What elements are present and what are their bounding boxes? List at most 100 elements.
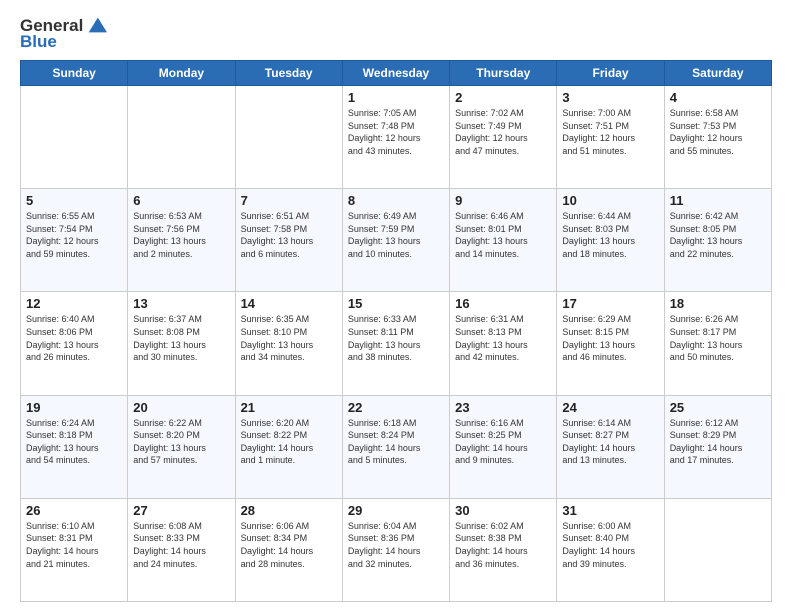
day-number: 19: [26, 400, 122, 415]
calendar-cell: 25 Sunrise: 6:12 AM Sunset: 8:29 PM Dayli…: [664, 395, 771, 498]
day-of-week-header: Tuesday: [235, 61, 342, 86]
calendar-cell: 17 Sunrise: 6:29 AM Sunset: 8:15 PM Dayli…: [557, 292, 664, 395]
calendar-cell: 5 Sunrise: 6:55 AM Sunset: 7:54 PM Daylig…: [21, 189, 128, 292]
calendar-cell: 20Sunrise: 6:22 AM Sunset: 8:20 PM Dayli…: [128, 395, 235, 498]
calendar-cell: 24 Sunrise: 6:14 AM Sunset: 8:27 PM Dayli…: [557, 395, 664, 498]
day-number: 13: [133, 296, 229, 311]
day-info: Sunrise: 6:46 AM Sunset: 8:01 PM Dayligh…: [455, 210, 551, 260]
day-number: 31: [562, 503, 658, 518]
calendar-cell: 19Sunrise: 6:24 AM Sunset: 8:18 PM Dayli…: [21, 395, 128, 498]
day-number: 22: [348, 400, 444, 415]
day-info: Sunrise: 6:20 AM Sunset: 8:22 PM Dayligh…: [241, 417, 337, 467]
day-info: Sunrise: 6:12 AM Sunset: 8:29 PM Dayligh…: [670, 417, 766, 467]
day-info: Sunrise: 6:29 AM Sunset: 8:15 PM Dayligh…: [562, 313, 658, 363]
calendar-cell: 7 Sunrise: 6:51 AM Sunset: 7:58 PM Daylig…: [235, 189, 342, 292]
day-number: 6: [133, 193, 229, 208]
day-number: 4: [670, 90, 766, 105]
calendar-cell: 8 Sunrise: 6:49 AM Sunset: 7:59 PM Daylig…: [342, 189, 449, 292]
day-number: 16: [455, 296, 551, 311]
calendar-week-row: 12Sunrise: 6:40 AM Sunset: 8:06 PM Dayli…: [21, 292, 772, 395]
calendar-cell: 9Sunrise: 6:46 AM Sunset: 8:01 PM Daylig…: [450, 189, 557, 292]
day-info: Sunrise: 6:16 AM Sunset: 8:25 PM Dayligh…: [455, 417, 551, 467]
day-info: Sunrise: 6:14 AM Sunset: 8:27 PM Dayligh…: [562, 417, 658, 467]
calendar-week-row: 1 Sunrise: 7:05 AM Sunset: 7:48 PM Daylig…: [21, 86, 772, 189]
day-number: 1: [348, 90, 444, 105]
calendar-cell: 22 Sunrise: 6:18 AM Sunset: 8:24 PM Dayli…: [342, 395, 449, 498]
day-info: Sunrise: 7:02 AM Sunset: 7:49 PM Dayligh…: [455, 107, 551, 157]
day-info: Sunrise: 6:40 AM Sunset: 8:06 PM Dayligh…: [26, 313, 122, 363]
day-number: 10: [562, 193, 658, 208]
day-info: Sunrise: 6:06 AM Sunset: 8:34 PM Dayligh…: [241, 520, 337, 570]
calendar-cell: 1 Sunrise: 7:05 AM Sunset: 7:48 PM Daylig…: [342, 86, 449, 189]
calendar-cell: [235, 86, 342, 189]
day-info: Sunrise: 6:51 AM Sunset: 7:58 PM Dayligh…: [241, 210, 337, 260]
day-number: 24: [562, 400, 658, 415]
calendar-cell: 14Sunrise: 6:35 AM Sunset: 8:10 PM Dayli…: [235, 292, 342, 395]
day-info: Sunrise: 6:02 AM Sunset: 8:38 PM Dayligh…: [455, 520, 551, 570]
day-number: 17: [562, 296, 658, 311]
calendar-cell: 10Sunrise: 6:44 AM Sunset: 8:03 PM Dayli…: [557, 189, 664, 292]
logo-icon: [85, 14, 107, 36]
day-info: Sunrise: 6:37 AM Sunset: 8:08 PM Dayligh…: [133, 313, 229, 363]
calendar-cell: 12Sunrise: 6:40 AM Sunset: 8:06 PM Dayli…: [21, 292, 128, 395]
day-number: 2: [455, 90, 551, 105]
calendar-cell: 29 Sunrise: 6:04 AM Sunset: 8:36 PM Dayli…: [342, 498, 449, 601]
day-number: 26: [26, 503, 122, 518]
day-number: 5: [26, 193, 122, 208]
day-info: Sunrise: 6:08 AM Sunset: 8:33 PM Dayligh…: [133, 520, 229, 570]
day-number: 25: [670, 400, 766, 415]
day-number: 23: [455, 400, 551, 415]
calendar-cell: 27 Sunrise: 6:08 AM Sunset: 8:33 PM Dayli…: [128, 498, 235, 601]
day-info: Sunrise: 6:31 AM Sunset: 8:13 PM Dayligh…: [455, 313, 551, 363]
calendar-cell: 18 Sunrise: 6:26 AM Sunset: 8:17 PM Dayli…: [664, 292, 771, 395]
day-number: 18: [670, 296, 766, 311]
calendar-cell: [664, 498, 771, 601]
day-info: Sunrise: 6:33 AM Sunset: 8:11 PM Dayligh…: [348, 313, 444, 363]
day-number: 8: [348, 193, 444, 208]
day-number: 28: [241, 503, 337, 518]
day-info: Sunrise: 6:18 AM Sunset: 8:24 PM Dayligh…: [348, 417, 444, 467]
calendar-cell: 30 Sunrise: 6:02 AM Sunset: 8:38 PM Dayli…: [450, 498, 557, 601]
day-of-week-header: Monday: [128, 61, 235, 86]
calendar-cell: 13 Sunrise: 6:37 AM Sunset: 8:08 PM Dayli…: [128, 292, 235, 395]
day-info: Sunrise: 6:55 AM Sunset: 7:54 PM Dayligh…: [26, 210, 122, 260]
calendar-cell: 15 Sunrise: 6:33 AM Sunset: 8:11 PM Dayli…: [342, 292, 449, 395]
day-number: 21: [241, 400, 337, 415]
calendar-table: SundayMondayTuesdayWednesdayThursdayFrid…: [20, 60, 772, 602]
day-of-week-header: Saturday: [664, 61, 771, 86]
calendar-cell: [21, 86, 128, 189]
day-of-week-header: Thursday: [450, 61, 557, 86]
calendar-week-row: 5 Sunrise: 6:55 AM Sunset: 7:54 PM Daylig…: [21, 189, 772, 292]
day-of-week-header: Sunday: [21, 61, 128, 86]
calendar-cell: [128, 86, 235, 189]
day-number: 7: [241, 193, 337, 208]
day-number: 30: [455, 503, 551, 518]
calendar-cell: 3 Sunrise: 7:00 AM Sunset: 7:51 PM Daylig…: [557, 86, 664, 189]
day-info: Sunrise: 7:00 AM Sunset: 7:51 PM Dayligh…: [562, 107, 658, 157]
day-info: Sunrise: 6:26 AM Sunset: 8:17 PM Dayligh…: [670, 313, 766, 363]
day-info: Sunrise: 6:49 AM Sunset: 7:59 PM Dayligh…: [348, 210, 444, 260]
day-number: 11: [670, 193, 766, 208]
day-number: 3: [562, 90, 658, 105]
day-number: 27: [133, 503, 229, 518]
calendar-week-row: 26Sunrise: 6:10 AM Sunset: 8:31 PM Dayli…: [21, 498, 772, 601]
day-info: Sunrise: 7:05 AM Sunset: 7:48 PM Dayligh…: [348, 107, 444, 157]
day-number: 29: [348, 503, 444, 518]
calendar-cell: 16 Sunrise: 6:31 AM Sunset: 8:13 PM Dayli…: [450, 292, 557, 395]
calendar-week-row: 19Sunrise: 6:24 AM Sunset: 8:18 PM Dayli…: [21, 395, 772, 498]
calendar-cell: 28 Sunrise: 6:06 AM Sunset: 8:34 PM Dayli…: [235, 498, 342, 601]
day-number: 15: [348, 296, 444, 311]
page-header: General Blue: [20, 16, 772, 52]
day-info: Sunrise: 6:04 AM Sunset: 8:36 PM Dayligh…: [348, 520, 444, 570]
calendar-cell: 31Sunrise: 6:00 AM Sunset: 8:40 PM Dayli…: [557, 498, 664, 601]
calendar-cell: 4 Sunrise: 6:58 AM Sunset: 7:53 PM Daylig…: [664, 86, 771, 189]
calendar-header-row: SundayMondayTuesdayWednesdayThursdayFrid…: [21, 61, 772, 86]
calendar-cell: 21 Sunrise: 6:20 AM Sunset: 8:22 PM Dayli…: [235, 395, 342, 498]
calendar-cell: 6Sunrise: 6:53 AM Sunset: 7:56 PM Daylig…: [128, 189, 235, 292]
day-of-week-header: Wednesday: [342, 61, 449, 86]
calendar-cell: 11 Sunrise: 6:42 AM Sunset: 8:05 PM Dayli…: [664, 189, 771, 292]
logo: General Blue: [20, 16, 107, 52]
day-info: Sunrise: 6:42 AM Sunset: 8:05 PM Dayligh…: [670, 210, 766, 260]
day-info: Sunrise: 6:58 AM Sunset: 7:53 PM Dayligh…: [670, 107, 766, 157]
calendar-cell: 23 Sunrise: 6:16 AM Sunset: 8:25 PM Dayli…: [450, 395, 557, 498]
